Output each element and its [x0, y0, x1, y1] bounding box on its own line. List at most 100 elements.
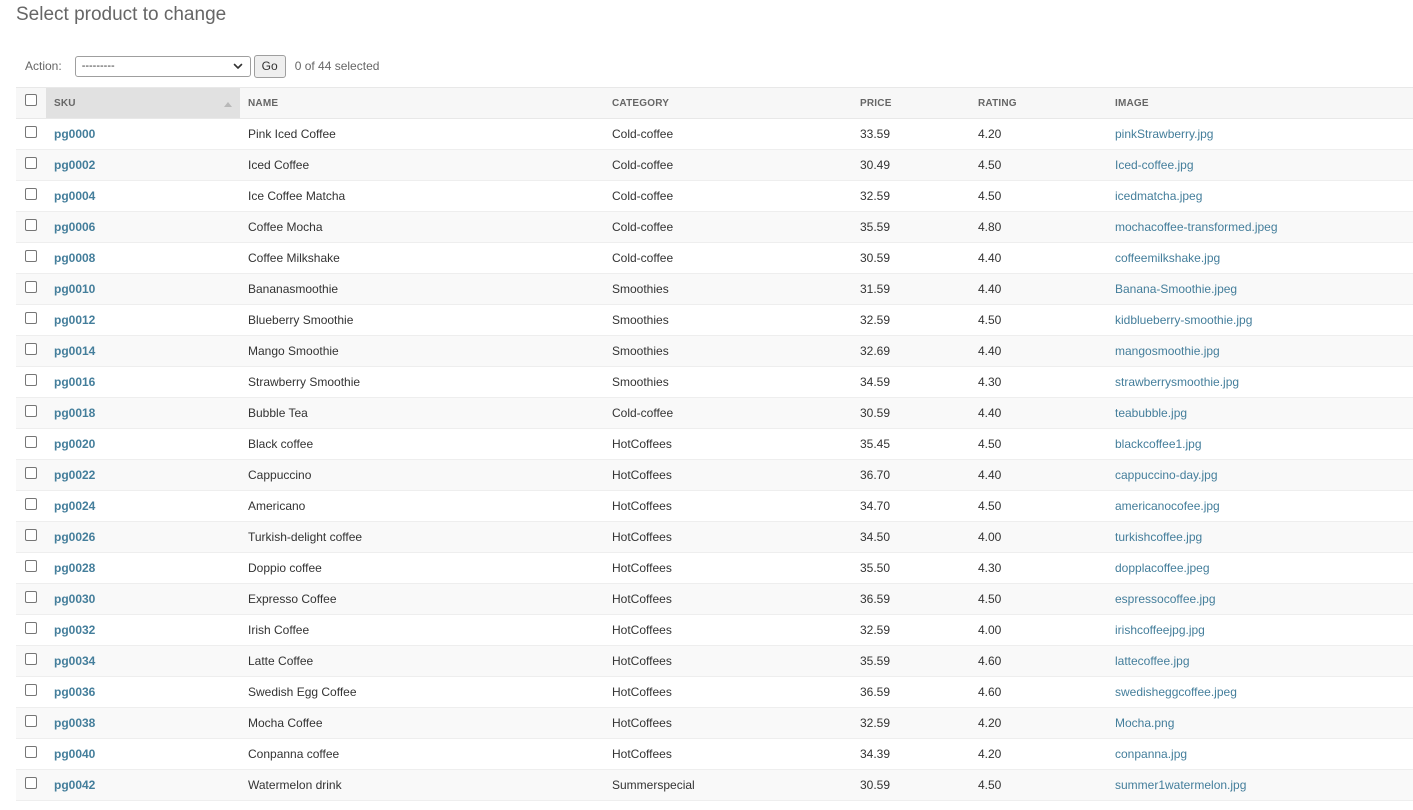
row-checkbox[interactable]: [25, 218, 37, 231]
sku-link[interactable]: pg0008: [54, 251, 95, 265]
row-checkbox[interactable]: [25, 714, 37, 727]
row-checkbox[interactable]: [25, 373, 37, 386]
image-cell: strawberrysmoothie.jpg: [1107, 366, 1413, 398]
sku-link[interactable]: pg0038: [54, 716, 95, 730]
row-checkbox[interactable]: [25, 776, 37, 789]
sku-link[interactable]: pg0042: [54, 778, 95, 792]
sku-link[interactable]: pg0020: [54, 437, 95, 451]
sku-link[interactable]: pg0018: [54, 406, 95, 420]
price-cell: 35.59: [852, 211, 970, 243]
name-cell: Conpanna coffee: [240, 738, 604, 770]
image-link[interactable]: conpanna.jpg: [1115, 747, 1187, 761]
sku-cell: pg0028: [46, 552, 240, 584]
sku-cell: pg0014: [46, 335, 240, 367]
sku-link[interactable]: pg0022: [54, 468, 95, 482]
sku-link[interactable]: pg0024: [54, 499, 95, 513]
sku-link[interactable]: pg0012: [54, 313, 95, 327]
image-link[interactable]: dopplacoffee.jpeg: [1115, 561, 1210, 575]
sort-ascending-icon[interactable]: [224, 101, 232, 107]
price-cell: 32.69: [852, 335, 970, 367]
row-checkbox[interactable]: [25, 311, 37, 324]
row-checkbox[interactable]: [25, 621, 37, 634]
row-checkbox[interactable]: [25, 280, 37, 293]
row-checkbox[interactable]: [25, 156, 37, 169]
sku-link[interactable]: pg0014: [54, 344, 95, 358]
image-link[interactable]: summer1watermelon.jpg: [1115, 778, 1246, 792]
image-link[interactable]: coffeemilkshake.jpg: [1115, 251, 1220, 265]
sku-link[interactable]: pg0000: [54, 127, 95, 141]
sku-link[interactable]: pg0036: [54, 685, 95, 699]
column-header-sku[interactable]: SKU: [46, 87, 240, 119]
row-select-cell: [16, 304, 46, 336]
column-header-rating[interactable]: RATING: [970, 87, 1107, 119]
sku-link[interactable]: pg0030: [54, 592, 95, 606]
sku-link[interactable]: pg0028: [54, 561, 95, 575]
image-link[interactable]: cappuccino-day.jpg: [1115, 468, 1218, 482]
sku-link[interactable]: pg0034: [54, 654, 95, 668]
row-checkbox[interactable]: [25, 342, 37, 355]
image-link[interactable]: mochacoffee-transformed.jpeg: [1115, 220, 1278, 234]
row-checkbox[interactable]: [25, 249, 37, 262]
category-cell: HotCoffees: [604, 676, 852, 708]
table-row: pg0020 Black coffee HotCoffees 35.45 4.5…: [16, 428, 1413, 460]
column-header-image[interactable]: IMAGE: [1107, 87, 1413, 119]
name-cell: Doppio coffee: [240, 552, 604, 584]
sku-link[interactable]: pg0010: [54, 282, 95, 296]
row-checkbox[interactable]: [25, 683, 37, 696]
action-select[interactable]: ---------: [74, 55, 251, 77]
image-link[interactable]: espressocoffee.jpg: [1115, 592, 1216, 606]
sku-link[interactable]: pg0032: [54, 623, 95, 637]
column-header-price[interactable]: PRICE: [852, 87, 970, 119]
sku-link[interactable]: pg0006: [54, 220, 95, 234]
sku-link[interactable]: pg0002: [54, 158, 95, 172]
image-link[interactable]: icedmatcha.jpeg: [1115, 189, 1202, 203]
image-link[interactable]: turkishcoffee.jpg: [1115, 530, 1202, 544]
image-link[interactable]: swedisheggcoffee.jpeg: [1115, 685, 1237, 699]
row-checkbox[interactable]: [25, 528, 37, 541]
rating-cell: 4.60: [970, 645, 1107, 677]
sku-link[interactable]: pg0004: [54, 189, 95, 203]
column-header-category[interactable]: CATEGORY: [604, 87, 852, 119]
price-cell: 34.59: [852, 366, 970, 398]
sku-link[interactable]: pg0026: [54, 530, 95, 544]
row-checkbox[interactable]: [25, 466, 37, 479]
row-select-cell: [16, 707, 46, 739]
rating-cell: 4.50: [970, 428, 1107, 460]
image-link[interactable]: kidblueberry-smoothie.jpg: [1115, 313, 1252, 327]
image-link[interactable]: Mocha.png: [1115, 716, 1174, 730]
image-link[interactable]: Iced-coffee.jpg: [1115, 158, 1194, 172]
image-cell: dopplacoffee.jpeg: [1107, 552, 1413, 584]
row-checkbox[interactable]: [25, 497, 37, 510]
sku-link[interactable]: pg0040: [54, 747, 95, 761]
row-checkbox[interactable]: [25, 435, 37, 448]
image-link[interactable]: irishcoffeejpg.jpg: [1115, 623, 1205, 637]
row-checkbox[interactable]: [25, 187, 37, 200]
row-checkbox[interactable]: [25, 125, 37, 138]
image-link[interactable]: pinkStrawberry.jpg: [1115, 127, 1213, 141]
sku-link[interactable]: pg0016: [54, 375, 95, 389]
row-checkbox[interactable]: [25, 745, 37, 758]
image-link[interactable]: strawberrysmoothie.jpg: [1115, 375, 1239, 389]
name-cell: Mocha Coffee: [240, 707, 604, 739]
row-select-cell: [16, 211, 46, 243]
row-checkbox[interactable]: [25, 590, 37, 603]
image-link[interactable]: lattecoffee.jpg: [1115, 654, 1190, 668]
category-cell: HotCoffees: [604, 459, 852, 491]
row-select-cell: [16, 149, 46, 181]
select-all-checkbox[interactable]: [25, 94, 37, 106]
image-link[interactable]: americanocofee.jpg: [1115, 499, 1220, 513]
sku-cell: pg0018: [46, 397, 240, 429]
image-link[interactable]: Banana-Smoothie.jpeg: [1115, 282, 1237, 296]
chevron-down-icon: [233, 63, 242, 69]
action-select-value: ---------: [81, 60, 115, 72]
image-link[interactable]: blackcoffee1.jpg: [1115, 437, 1202, 451]
image-link[interactable]: teabubble.jpg: [1115, 406, 1187, 420]
row-checkbox[interactable]: [25, 404, 37, 417]
go-button[interactable]: Go: [253, 54, 286, 78]
column-header-name[interactable]: NAME: [240, 87, 604, 119]
row-checkbox[interactable]: [25, 652, 37, 665]
sku-cell: pg0000: [46, 118, 240, 150]
category-cell: Cold-coffee: [604, 118, 852, 150]
image-link[interactable]: mangosmoothie.jpg: [1115, 344, 1220, 358]
row-checkbox[interactable]: [25, 559, 37, 572]
